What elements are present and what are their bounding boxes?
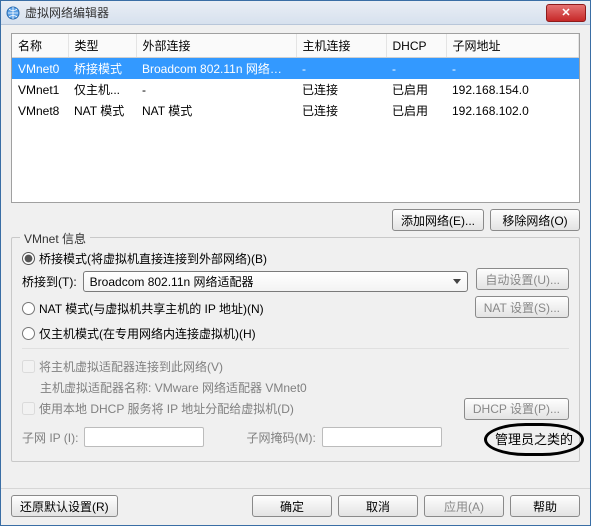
- col-header[interactable]: DHCP: [386, 34, 446, 58]
- close-button[interactable]: ✕: [546, 4, 586, 22]
- add-network-button[interactable]: 添加网络(E)...: [392, 209, 484, 231]
- radio-bridge[interactable]: 桥接模式(将虚拟机直接连接到外部网络)(B): [22, 250, 267, 267]
- handwritten-annotation: 管理员之类的: [484, 423, 584, 456]
- nat-settings-button[interactable]: NAT 设置(S)...: [475, 296, 569, 318]
- check-host-adapter[interactable]: 将主机虚拟适配器连接到此网络(V): [22, 358, 223, 375]
- cancel-button[interactable]: 取消: [338, 495, 418, 517]
- remove-network-button[interactable]: 移除网络(O): [490, 209, 580, 231]
- col-header[interactable]: 外部连接: [136, 34, 296, 58]
- table-row[interactable]: VMnet8NAT 模式NAT 模式已连接已启用192.168.102.0: [12, 100, 579, 121]
- col-header[interactable]: 主机连接: [296, 34, 386, 58]
- table-row[interactable]: VMnet0桥接模式Broadcom 802.11n 网络适...---: [12, 58, 579, 80]
- apply-button[interactable]: 应用(A): [424, 495, 504, 517]
- radio-nat[interactable]: NAT 模式(与虚拟机共享主机的 IP 地址)(N): [22, 300, 264, 317]
- window-title: 虚拟网络编辑器: [25, 4, 546, 21]
- titlebar: 虚拟网络编辑器 ✕: [1, 1, 590, 25]
- content: 名称类型外部连接主机连接DHCP子网地址 VMnet0桥接模式Broadcom …: [1, 25, 590, 488]
- col-header[interactable]: 名称: [12, 34, 68, 58]
- help-button[interactable]: 帮助: [510, 495, 580, 517]
- auto-settings-button[interactable]: 自动设置(U)...: [476, 268, 569, 290]
- table-row[interactable]: VMnet1仅主机...-已连接已启用192.168.154.0: [12, 79, 579, 100]
- radio-hostonly[interactable]: 仅主机模式(在专用网络内连接虚拟机)(H): [22, 325, 256, 342]
- table-buttons: 添加网络(E)... 移除网络(O): [11, 209, 580, 231]
- restore-defaults-button[interactable]: 还原默认设置(R): [11, 495, 118, 517]
- subnet-ip-input[interactable]: [84, 427, 204, 447]
- bridge-adapter-combo[interactable]: Broadcom 802.11n 网络适配器: [83, 271, 469, 292]
- host-adapter-name: 主机虚拟适配器名称: VMware 网络适配器 VMnet0: [40, 379, 569, 396]
- ok-button[interactable]: 确定: [252, 495, 332, 517]
- window: 虚拟网络编辑器 ✕ 名称类型外部连接主机连接DHCP子网地址 VMnet0桥接模…: [0, 0, 591, 526]
- subnet-ip-label: 子网 IP (I):: [22, 429, 78, 446]
- subnet-mask-input[interactable]: [322, 427, 442, 447]
- col-header[interactable]: 类型: [68, 34, 136, 58]
- check-dhcp[interactable]: 使用本地 DHCP 服务将 IP 地址分配给虚拟机(D): [22, 400, 294, 417]
- footer: 还原默认设置(R) 确定 取消 应用(A) 帮助: [1, 488, 590, 525]
- network-table[interactable]: 名称类型外部连接主机连接DHCP子网地址 VMnet0桥接模式Broadcom …: [11, 33, 580, 203]
- group-title: VMnet 信息: [20, 230, 90, 247]
- col-header[interactable]: 子网地址: [446, 34, 579, 58]
- chevron-down-icon: [453, 279, 461, 284]
- bridge-to-label: 桥接到(T):: [22, 273, 77, 290]
- dhcp-settings-button[interactable]: DHCP 设置(P)...: [464, 398, 569, 420]
- app-icon: [5, 5, 21, 21]
- subnet-mask-label: 子网掩码(M):: [246, 429, 315, 446]
